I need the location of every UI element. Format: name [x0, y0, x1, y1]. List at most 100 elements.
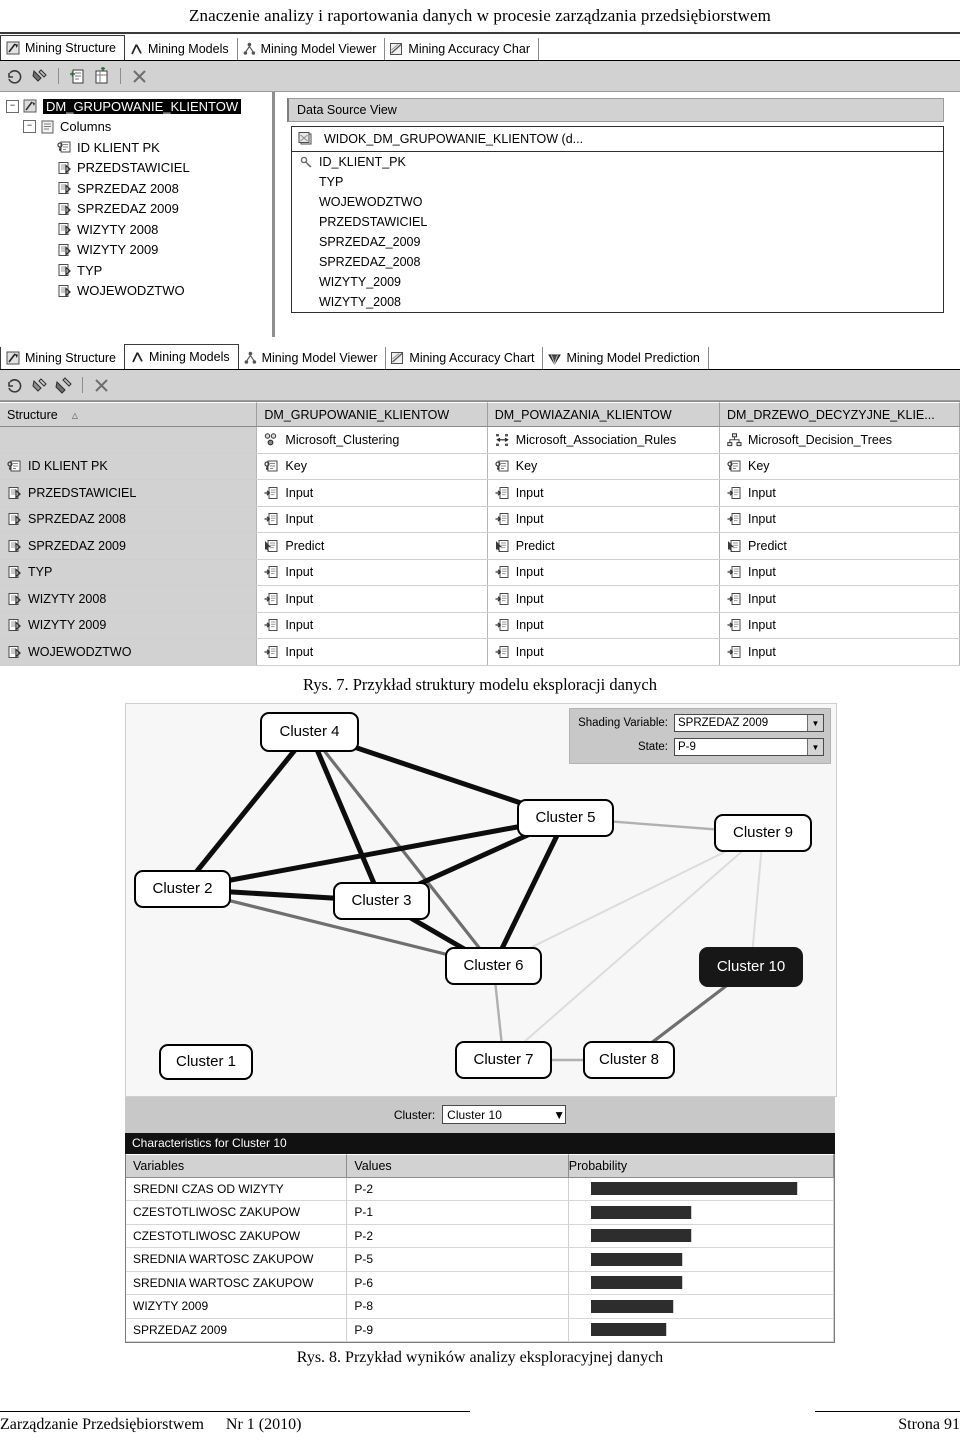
- dsv-column-row[interactable]: SPRZEDAZ_2008: [292, 252, 943, 272]
- grid-column-header[interactable]: Structure ▵: [0, 402, 258, 426]
- process-icon[interactable]: [30, 67, 49, 86]
- shading-variable-select[interactable]: SPRZEDAZ 2009 ▼: [674, 714, 824, 732]
- usage-cell[interactable]: Input: [720, 506, 960, 532]
- process-model-icon[interactable]: [30, 376, 49, 395]
- usage-cell[interactable]: Input: [720, 639, 960, 665]
- usage-cell[interactable]: Input: [257, 480, 488, 506]
- characteristics-column-header[interactable]: Probability: [568, 1153, 834, 1177]
- usage-cell[interactable]: Predict: [257, 533, 488, 559]
- delete-model-icon[interactable]: [92, 376, 111, 395]
- usage-cell[interactable]: Input: [257, 559, 488, 585]
- cluster-node-cluster-9[interactable]: Cluster 9: [714, 813, 812, 852]
- refresh-icon[interactable]: [6, 376, 25, 395]
- chevron-down-icon-2[interactable]: ▼: [807, 739, 823, 755]
- add-table-icon[interactable]: [68, 67, 87, 86]
- cluster-node-cluster-1[interactable]: Cluster 1: [159, 1043, 253, 1080]
- usage-cell[interactable]: Key: [720, 453, 960, 479]
- tab-mining-model-viewer[interactable]: Mining Model Viewer: [238, 347, 387, 369]
- data-source-view-table[interactable]: WIDOK_DM_GRUPOWANIE_KLIENTOW (d... ID_KL…: [291, 126, 944, 313]
- usage-cell[interactable]: Input: [720, 559, 960, 585]
- expander-minus-icon-2[interactable]: −: [23, 120, 36, 134]
- structure-column-cell[interactable]: TYP: [0, 559, 258, 585]
- usage-cell[interactable]: Input: [488, 480, 720, 506]
- cluster-diagram-canvas[interactable]: Cluster 1 Cluster 2 Cluster 3 Cluster 4 …: [125, 702, 837, 1097]
- dsv-column-row[interactable]: ID_KLIENT_PK: [292, 152, 943, 172]
- structure-tree[interactable]: − DM_GRUPOWANIE_KLIENTOW − Columns ID KL…: [0, 92, 272, 301]
- chevron-down-icon-3[interactable]: ▼: [553, 1108, 565, 1122]
- shading-state-select[interactable]: P-9 ▼: [674, 738, 824, 756]
- algorithm-cell[interactable]: Microsoft_Association_Rules: [487, 427, 720, 453]
- usage-cell[interactable]: Input: [488, 559, 720, 585]
- usage-cell[interactable]: Input: [488, 612, 720, 638]
- tree-column-row[interactable]: SPRZEDAZ 2009: [57, 199, 272, 220]
- delete-icon[interactable]: [130, 67, 149, 86]
- grid-column-header[interactable]: DM_DRZEWO_DECYZYJNE_KLIE...: [720, 402, 960, 426]
- chevron-down-icon[interactable]: ▼: [807, 715, 823, 731]
- tree-column-row[interactable]: PRZEDSTAWICIEL: [57, 158, 272, 179]
- usage-cell[interactable]: Input: [720, 612, 960, 638]
- algorithm-cell[interactable]: Microsoft_Decision_Trees: [720, 427, 960, 453]
- usage-cell[interactable]: Input: [257, 612, 488, 638]
- tab-mining-accuracy-char[interactable]: Mining Accuracy Char: [384, 38, 539, 60]
- cluster-node-cluster-8[interactable]: Cluster 8: [583, 1040, 675, 1079]
- dsv-column-row[interactable]: PRZEDSTAWICIEL: [292, 212, 943, 232]
- tree-columns-row[interactable]: − Columns: [23, 117, 272, 138]
- tab-mining-model-viewer[interactable]: Mining Model Viewer: [237, 38, 386, 60]
- cluster-node-cluster-7[interactable]: Cluster 7: [455, 1040, 552, 1079]
- tree-column-row[interactable]: WIZYTY 2009: [57, 240, 272, 261]
- structure-column-cell[interactable]: WIZYTY 2009: [0, 612, 258, 638]
- cluster-node-cluster-6[interactable]: Cluster 6: [445, 946, 542, 985]
- tree-column-row[interactable]: SPRZEDAZ 2008: [57, 178, 272, 199]
- tab-mining-models[interactable]: Mining Models: [124, 344, 239, 369]
- tree-column-row[interactable]: WOJEWODZTWO: [57, 281, 272, 302]
- characteristics-column-header[interactable]: Values: [347, 1153, 569, 1177]
- grid-column-header[interactable]: DM_POWIAZANIA_KLIENTOW: [487, 402, 720, 426]
- dsv-column-row[interactable]: TYP: [292, 172, 943, 192]
- structure-column-cell[interactable]: PRZEDSTAWICIEL: [0, 480, 258, 506]
- cluster-select[interactable]: Cluster 10 ▼: [442, 1105, 567, 1124]
- tab-mining-models[interactable]: Mining Models: [124, 38, 238, 60]
- tree-column-row[interactable]: WIZYTY 2008: [57, 219, 272, 240]
- usage-cell[interactable]: Predict: [488, 533, 720, 559]
- structure-column-cell[interactable]: SPRZEDAZ 2008: [0, 506, 258, 532]
- dsv-column-row[interactable]: WIZYTY_2008: [292, 292, 943, 312]
- grid-column-header[interactable]: DM_GRUPOWANIE_KLIENTOW: [257, 402, 488, 426]
- usage-cell[interactable]: Key: [488, 453, 720, 479]
- cluster-node-cluster-10[interactable]: Cluster 10: [699, 946, 803, 987]
- usage-cell[interactable]: Input: [720, 480, 960, 506]
- tab-mining-structure[interactable]: Mining Structure: [0, 347, 126, 369]
- process-all-icon[interactable]: [54, 376, 73, 395]
- dsv-column-row[interactable]: WIZYTY_2009: [292, 272, 943, 292]
- structure-column-cell[interactable]: WOJEWODZTWO: [0, 639, 258, 665]
- tab-mining-model-prediction[interactable]: Mining Model Prediction: [542, 347, 709, 369]
- tab-mining-structure[interactable]: Mining Structure: [0, 35, 126, 60]
- dsv-table-title-row[interactable]: WIDOK_DM_GRUPOWANIE_KLIENTOW (d...: [292, 127, 943, 152]
- tree-column-row[interactable]: ID KLIENT PK: [57, 137, 272, 158]
- usage-cell[interactable]: Input: [257, 586, 488, 612]
- add-column-icon[interactable]: [92, 66, 111, 86]
- characteristics-column-header[interactable]: Variables: [126, 1153, 348, 1177]
- usage-cell[interactable]: Input: [488, 506, 720, 532]
- usage-cell[interactable]: Key: [257, 453, 488, 479]
- usage-cell[interactable]: Input: [257, 506, 488, 532]
- tree-column-row[interactable]: TYP: [57, 260, 272, 281]
- expander-minus-icon[interactable]: −: [6, 99, 19, 113]
- cluster-node-cluster-4[interactable]: Cluster 4: [260, 711, 359, 752]
- refresh-structure-icon[interactable]: [6, 67, 25, 86]
- cluster-node-cluster-5[interactable]: Cluster 5: [517, 798, 614, 837]
- usage-cell[interactable]: Input: [488, 639, 720, 665]
- dsv-column-row[interactable]: SPRZEDAZ_2009: [292, 232, 943, 252]
- tree-root-row[interactable]: − DM_GRUPOWANIE_KLIENTOW: [6, 96, 272, 117]
- usage-cell[interactable]: Input: [488, 586, 720, 612]
- structure-column-cell[interactable]: WIZYTY 2008: [0, 586, 258, 612]
- dsv-column-row[interactable]: WOJEWODZTWO: [292, 192, 943, 212]
- structure-column-cell[interactable]: SPRZEDAZ 2009: [0, 533, 258, 559]
- cluster-node-cluster-3[interactable]: Cluster 3: [333, 881, 430, 920]
- usage-cell[interactable]: Input: [257, 639, 488, 665]
- usage-cell[interactable]: Predict: [720, 533, 960, 559]
- usage-cell[interactable]: Input: [720, 586, 960, 612]
- algorithm-cell[interactable]: Microsoft_Clustering: [257, 427, 488, 453]
- tab-mining-accuracy-chart[interactable]: Mining Accuracy Chart: [385, 347, 544, 369]
- structure-column-cell[interactable]: ID KLIENT PK: [0, 453, 258, 479]
- cluster-node-cluster-2[interactable]: Cluster 2: [134, 869, 231, 908]
